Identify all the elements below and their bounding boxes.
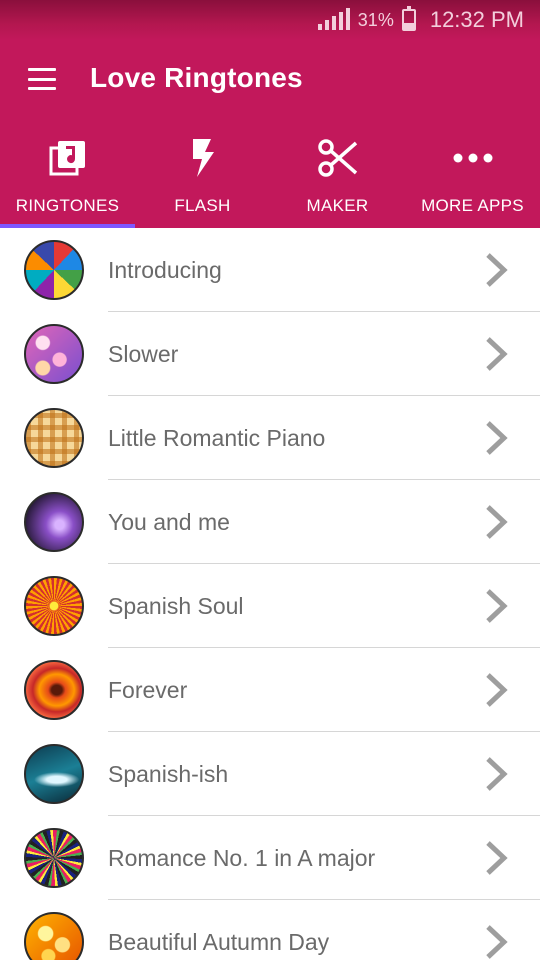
status-bar: 31% 12:32 PM	[0, 0, 540, 40]
tab-ringtones[interactable]: RINGTONES	[0, 130, 135, 228]
more-dots-icon	[453, 136, 493, 180]
ringtone-title: Forever	[108, 677, 188, 703]
chevron-right-icon	[486, 673, 508, 707]
chevron-right-icon	[486, 841, 508, 875]
tab-flash[interactable]: FLASH	[135, 130, 270, 228]
chevron-right-icon	[486, 925, 508, 959]
ringtone-title: Spanish-ish	[108, 761, 229, 787]
chevron-right-icon	[486, 337, 508, 371]
tab-label: MORE APPS	[421, 196, 524, 215]
list-item[interactable]: Romance No. 1 in A major	[0, 816, 540, 900]
tab-bar: RINGTONES FLASH MAKER MORE APPS	[0, 130, 540, 228]
ringtone-title: Little Romantic Piano	[108, 425, 326, 451]
tab-label: FLASH	[174, 196, 231, 215]
thumb-colorful-burst	[24, 828, 84, 888]
music-library-icon	[49, 136, 87, 180]
tab-label: RINGTONES	[15, 196, 120, 215]
ringtone-title: You and me	[108, 509, 230, 535]
list-item[interactable]: Spanish Soul	[0, 564, 540, 648]
battery-percentage: 31%	[357, 9, 394, 30]
thumb-mosaic	[24, 240, 84, 300]
list-item[interactable]: Little Romantic Piano	[0, 396, 540, 480]
thumb-bokeh	[24, 324, 84, 384]
list-item[interactable]: Introducing	[0, 228, 540, 312]
chevron-right-icon	[486, 757, 508, 791]
thumb-teal-wave	[24, 744, 84, 804]
tab-more-apps[interactable]: MORE APPS	[405, 130, 540, 228]
thumb-sunburst	[24, 576, 84, 636]
signal-icon	[317, 8, 350, 30]
list-item[interactable]: Slower	[0, 312, 540, 396]
app-bar: Love Ringtones RINGTONES FLASH MAKER MOR…	[0, 40, 540, 228]
chevron-right-icon	[486, 505, 508, 539]
ringtone-title: Romance No. 1 in A major	[108, 845, 376, 871]
list-item[interactable]: You and me	[0, 480, 540, 564]
list-item[interactable]: Spanish-ish	[0, 732, 540, 816]
chevron-right-icon	[486, 589, 508, 623]
ringtone-title: Introducing	[108, 257, 222, 283]
page-title: Love Ringtones	[90, 62, 303, 93]
thumb-orange-rings	[24, 660, 84, 720]
thumb-plaid	[24, 408, 84, 468]
list-item[interactable]: Beautiful Autumn Day	[0, 900, 540, 960]
hamburger-menu-icon[interactable]	[22, 64, 62, 94]
scissors-icon	[317, 136, 358, 180]
ringtone-list: Introducing Slower Little Romantic Piano…	[0, 228, 540, 960]
battery-icon	[401, 6, 416, 31]
thumb-purple-glow	[24, 492, 84, 552]
thumb-golden-bokeh	[24, 912, 84, 960]
tab-label: MAKER	[306, 196, 369, 215]
tab-maker[interactable]: MAKER	[270, 130, 405, 228]
status-clock: 12:32 PM	[429, 7, 524, 32]
ringtone-title: Slower	[108, 341, 179, 367]
chevron-right-icon	[486, 421, 508, 455]
ringtone-title: Beautiful Autumn Day	[108, 929, 330, 955]
flash-icon	[191, 136, 215, 180]
ringtone-title: Spanish Soul	[108, 593, 244, 619]
list-item[interactable]: Forever	[0, 648, 540, 732]
chevron-right-icon	[486, 253, 508, 287]
